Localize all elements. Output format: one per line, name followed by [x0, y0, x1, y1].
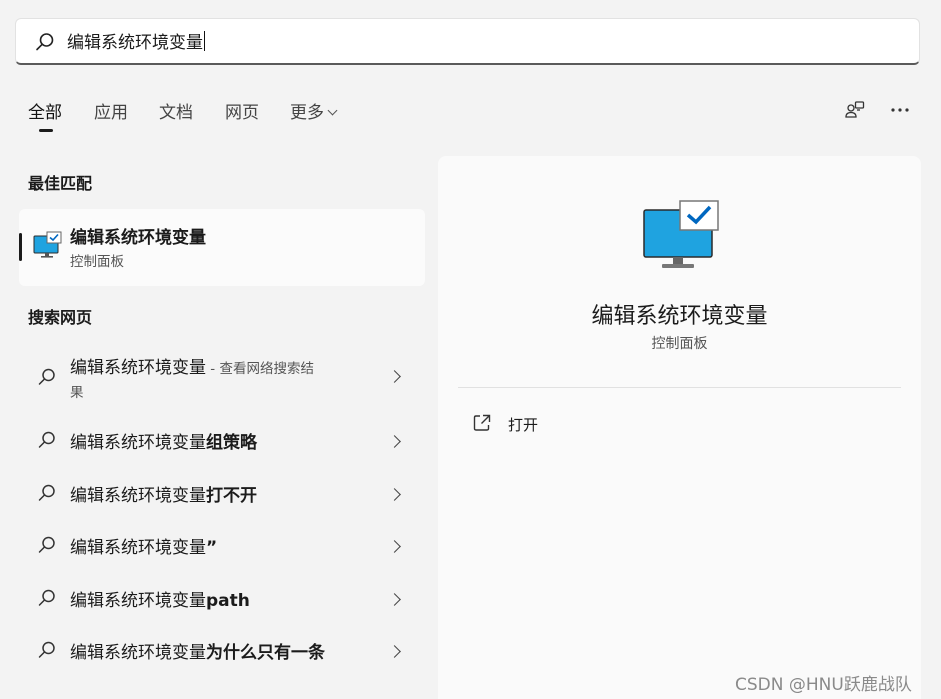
tab-more[interactable]: 更多	[290, 98, 338, 123]
watermark: CSDN @HNU跃鹿战队	[735, 675, 912, 695]
chevron-right-icon	[388, 370, 401, 383]
open-external-icon	[473, 414, 491, 431]
web-result-item[interactable]: 编辑系统环境变量组策略	[19, 417, 425, 465]
search-icon	[38, 368, 55, 385]
tab-apps[interactable]: 应用	[94, 98, 128, 123]
web-result-suggestion: path	[206, 591, 250, 611]
best-match-subtitle: 控制面板	[70, 254, 124, 270]
web-result-query: 编辑系统环境变量	[70, 486, 206, 506]
web-search-heading: 搜索网页	[28, 308, 93, 327]
environment-variables-app-icon	[643, 200, 719, 268]
search-icon	[38, 589, 55, 606]
account-switch-icon	[845, 101, 865, 118]
web-result-suggestion: 打不开	[206, 486, 257, 506]
more-options-button[interactable]	[887, 97, 913, 123]
selection-indicator	[19, 233, 22, 261]
tab-documents[interactable]: 文档	[159, 98, 193, 123]
web-result-item[interactable]: 编辑系统环境变量 - 查看网络搜索结 果	[19, 350, 425, 401]
account-switch-button[interactable]	[842, 97, 868, 123]
search-icon	[36, 33, 54, 51]
chevron-right-icon	[388, 435, 401, 448]
tab-all[interactable]: 全部	[28, 98, 62, 123]
open-button[interactable]: 打开	[458, 409, 901, 441]
search-icon	[38, 641, 55, 658]
best-match-result[interactable]: 编辑系统环境变量 控制面板	[19, 209, 425, 286]
more-options-icon	[891, 108, 909, 112]
chevron-down-icon	[327, 105, 338, 116]
chevron-right-icon	[388, 540, 401, 553]
web-result-query: 编辑系统环境变量	[70, 538, 206, 558]
web-result-query: 编辑系统环境变量	[70, 358, 206, 378]
web-result-item[interactable]: 编辑系统环境变量打不开	[19, 470, 425, 518]
web-result-item[interactable]: 编辑系统环境变量”	[19, 522, 425, 570]
text-caret	[204, 31, 205, 51]
web-result-item[interactable]: 编辑系统环境变量为什么只有一条	[19, 627, 425, 675]
tab-web[interactable]: 网页	[225, 98, 259, 123]
chevron-right-icon	[388, 593, 401, 606]
preview-subtitle: 控制面板	[651, 336, 708, 352]
search-input[interactable]: 编辑系统环境变量	[67, 31, 205, 54]
search-query-text: 编辑系统环境变量	[67, 33, 203, 53]
best-match-heading: 最佳匹配	[28, 174, 93, 193]
preview-title: 编辑系统环境变量	[591, 304, 768, 329]
web-result-query: 编辑系统环境变量	[70, 643, 206, 663]
best-match-title: 编辑系统环境变量	[70, 228, 206, 248]
web-result-item[interactable]: 编辑系统环境变量path	[19, 575, 425, 623]
web-result-suggestion: 为什么只有一条	[206, 643, 325, 663]
chevron-right-icon	[388, 488, 401, 501]
web-result-description: - 查看网络搜索结	[206, 361, 314, 377]
search-icon	[38, 484, 55, 501]
chevron-right-icon	[388, 645, 401, 658]
web-result-query: 编辑系统环境变量	[70, 591, 206, 611]
web-result-query: 编辑系统环境变量	[70, 433, 206, 453]
preview-pane: 编辑系统环境变量 控制面板 打开	[438, 156, 921, 699]
tab-more-label: 更多	[290, 103, 324, 123]
web-result-suggestion: ”	[206, 538, 218, 558]
environment-variables-app-icon	[33, 231, 62, 258]
search-icon	[38, 431, 55, 448]
open-label: 打开	[508, 416, 539, 434]
web-result-description-cont: 果	[70, 385, 84, 401]
preview-divider	[458, 387, 901, 388]
search-bar[interactable]: 编辑系统环境变量	[15, 18, 920, 65]
web-result-suggestion: 组策略	[206, 433, 257, 453]
active-tab-indicator	[39, 129, 53, 132]
search-icon	[38, 536, 55, 553]
